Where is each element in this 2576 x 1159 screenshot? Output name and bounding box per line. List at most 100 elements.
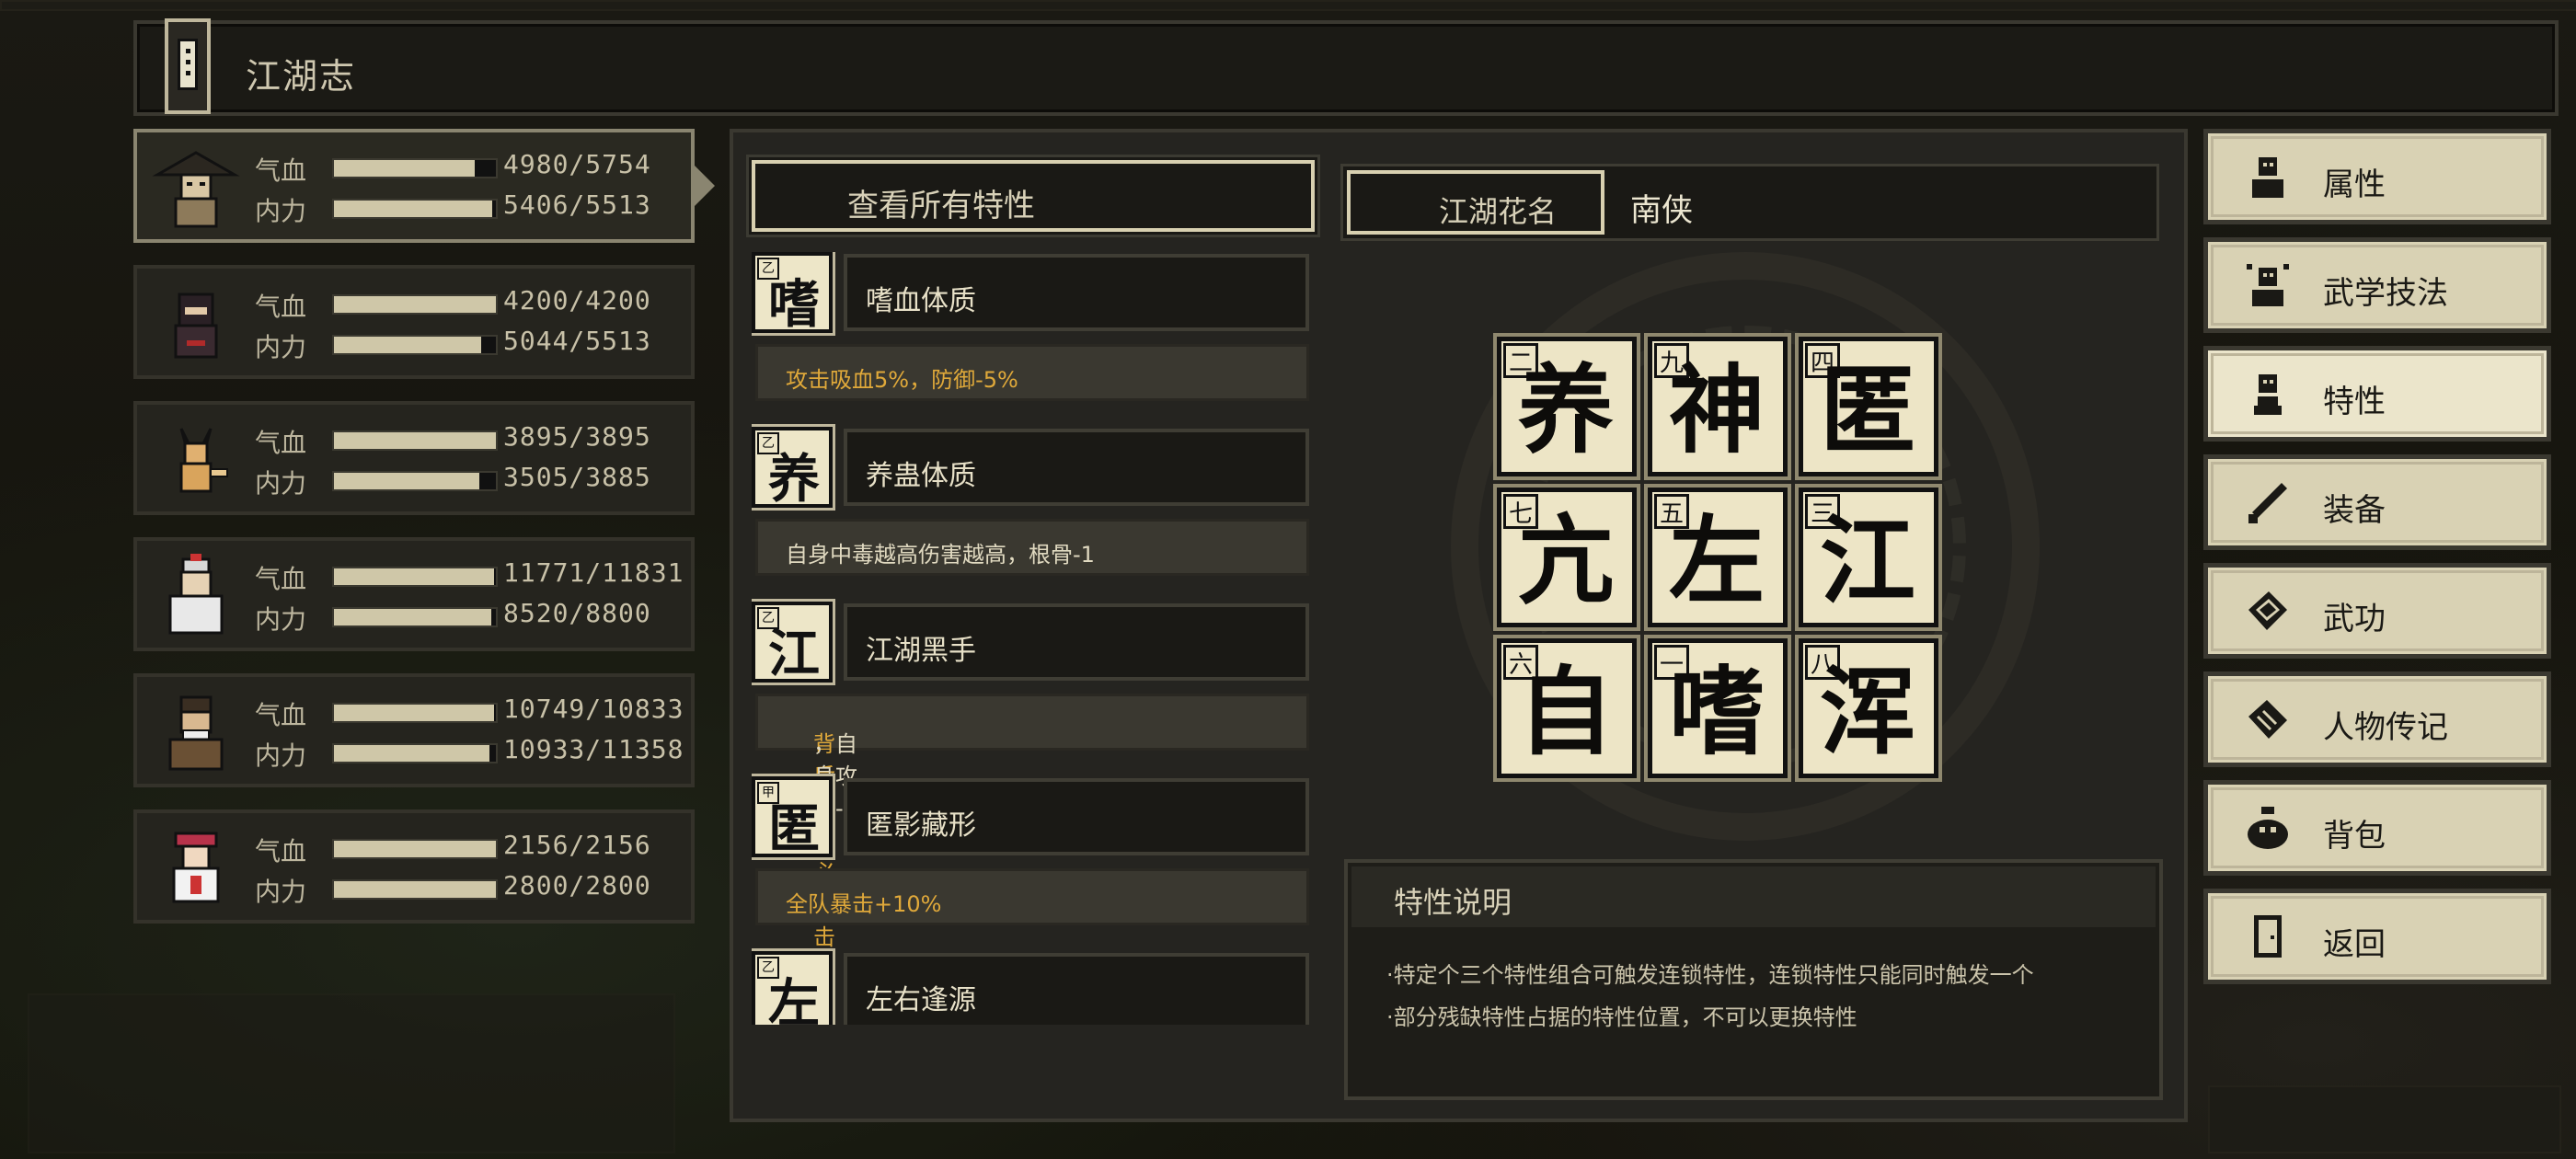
mp-bar-fill bbox=[334, 881, 496, 898]
journal-book-icon bbox=[165, 18, 211, 114]
trait-name: 养蛊体质 bbox=[866, 460, 976, 492]
menu-biography-button[interactable]: 人物传记 bbox=[2203, 671, 2551, 767]
hp-label: 气血 bbox=[255, 836, 307, 866]
menu-equipment-button[interactable]: 装备 bbox=[2203, 454, 2551, 550]
mp-label: 内力 bbox=[255, 604, 307, 635]
trait-slot[interactable]: 六自 bbox=[1493, 635, 1640, 782]
mp-bar-fill bbox=[334, 337, 482, 353]
hp-bar-fill bbox=[334, 160, 476, 177]
slot-char: 嗜 bbox=[1669, 655, 1765, 768]
character-card[interactable]: 气血 内力 3895/3895 3505/3885 bbox=[133, 401, 695, 515]
fox-avatar-icon bbox=[179, 428, 228, 493]
hp-bar bbox=[332, 430, 498, 451]
hp-label: 气血 bbox=[255, 428, 307, 458]
nickname-field[interactable]: 江湖花名 南侠 bbox=[1340, 164, 2159, 241]
trait-desc: 全队暴击+10% bbox=[786, 891, 942, 917]
trait-name: 左右逢源 bbox=[866, 984, 976, 1016]
mp-value: 3505/3885 bbox=[503, 462, 651, 492]
hp-value: 3895/3895 bbox=[503, 421, 651, 452]
trait-slot[interactable]: 五左 bbox=[1644, 484, 1791, 631]
title-bar: 江湖志 bbox=[133, 18, 2559, 116]
view-all-traits-button[interactable]: 查看所有特性 bbox=[749, 157, 1317, 235]
hp-label: 气血 bbox=[255, 700, 307, 730]
hp-label: 气血 bbox=[255, 155, 307, 186]
mp-value: 5044/5513 bbox=[503, 326, 651, 356]
trait-slot[interactable]: 二养 bbox=[1493, 333, 1640, 480]
bearded-master-avatar-icon bbox=[168, 695, 224, 771]
menu-label: 武学技法 bbox=[2323, 275, 2448, 312]
trait-slot[interactable]: 七亢 bbox=[1493, 484, 1640, 631]
trait-desc-box: 背后攻击必暴击，自身攻击-5% bbox=[755, 694, 1309, 950]
hp-value: 10749/10833 bbox=[503, 694, 684, 724]
character-card[interactable]: 气血 内力 4980/5754 5406/5513 bbox=[133, 129, 715, 243]
hp-bar-fill bbox=[334, 841, 496, 857]
slot-char: 左 bbox=[1669, 504, 1765, 617]
traits-panel: 查看所有特性 江湖花名 南侠 乙嗜 嗜血体质 攻击吸血5%，防御-5% 乙养 养… bbox=[730, 129, 2188, 1122]
slot-char: 亢 bbox=[1518, 504, 1615, 617]
menu-label: 背包 bbox=[2323, 818, 2386, 855]
mp-bar bbox=[332, 471, 498, 491]
trait-glyph: 乙江 bbox=[752, 599, 835, 685]
hp-value: 4200/4200 bbox=[503, 285, 651, 316]
wanderer-hat-avatar-icon bbox=[152, 151, 240, 228]
menu-label: 返回 bbox=[2323, 926, 2386, 963]
mp-bar-fill bbox=[334, 473, 480, 489]
trait-slot[interactable]: 九神 bbox=[1644, 333, 1791, 480]
trait-person-icon bbox=[2254, 374, 2282, 415]
slot-char: 养 bbox=[1518, 353, 1615, 466]
character-card[interactable]: 气血 内力 4200/4200 5044/5513 bbox=[133, 265, 695, 379]
trait-glyph: 乙嗜 bbox=[752, 252, 835, 336]
mp-value: 5406/5513 bbox=[503, 189, 651, 220]
slot-char: 匿 bbox=[1820, 353, 1916, 466]
trait-explanation-box: 特性说明 ·特定个三个特性组合可触发连锁特性，连锁特性只能同时触发一个 ·部分残… bbox=[1344, 859, 2163, 1100]
menu-label: 装备 bbox=[2323, 492, 2386, 529]
trait-slot[interactable]: 三江 bbox=[1795, 484, 1942, 631]
hp-value: 2156/2156 bbox=[503, 830, 651, 860]
character-card[interactable]: 气血 内力 10749/10833 10933/11358 bbox=[133, 673, 695, 787]
mp-bar bbox=[332, 335, 498, 355]
character-card[interactable]: 气血 内力 2156/2156 2800/2800 bbox=[133, 809, 695, 924]
menu-martial-skills-button[interactable]: 武学技法 bbox=[2203, 237, 2551, 333]
scroll-icon bbox=[2248, 700, 2287, 739]
menu-label: 人物传记 bbox=[2323, 709, 2448, 746]
mp-bar-fill bbox=[334, 609, 491, 625]
menu-label: 属性 bbox=[2323, 166, 2386, 203]
martial-person-icon bbox=[2247, 264, 2289, 306]
hp-bar bbox=[332, 703, 498, 723]
menu-return-button[interactable]: 返回 bbox=[2203, 889, 2551, 984]
mp-label: 内力 bbox=[255, 740, 307, 771]
trait-name: 嗜血体质 bbox=[866, 285, 976, 317]
menu-kungfu-button[interactable]: 武功 bbox=[2203, 563, 2551, 659]
mp-value: 8520/8800 bbox=[503, 598, 651, 628]
slot-char: 江 bbox=[1820, 504, 1916, 617]
trait-glyph-char: 左 bbox=[768, 973, 820, 1025]
nickname-value: 南侠 bbox=[1630, 192, 1693, 229]
trait-name-box: 匿影藏形 bbox=[844, 778, 1309, 855]
menu-traits-button[interactable]: 特性 bbox=[2203, 346, 2551, 442]
mp-bar bbox=[332, 199, 498, 219]
person-icon bbox=[2252, 157, 2283, 198]
trait-desc: 自身中毒越高伤害越高，根骨-1 bbox=[786, 542, 1095, 568]
trait-slot[interactable]: 一嗜 bbox=[1644, 635, 1791, 782]
hp-bar-fill bbox=[334, 432, 496, 449]
hp-bar-fill bbox=[334, 296, 496, 313]
mp-bar bbox=[332, 607, 498, 627]
menu-bag-button[interactable]: 背包 bbox=[2203, 780, 2551, 876]
character-card[interactable]: 气血 内力 11771/11831 8520/8800 bbox=[133, 537, 695, 651]
elder-avatar-icon bbox=[168, 554, 224, 635]
trait-glyph-char: 嗜 bbox=[768, 274, 820, 335]
explanation-title: 特性说明 bbox=[1394, 885, 1512, 920]
hp-bar bbox=[332, 567, 498, 587]
trait-slot[interactable]: 八浑 bbox=[1795, 635, 1942, 782]
trait-glyph: 乙左 bbox=[752, 948, 835, 1025]
hp-value: 4980/5754 bbox=[503, 149, 651, 179]
nickname-label: 江湖花名 bbox=[1439, 194, 1558, 229]
menu-attributes-button[interactable]: 属性 bbox=[2203, 129, 2551, 224]
slot-char: 自 bbox=[1518, 655, 1615, 768]
trait-list[interactable]: 乙嗜 嗜血体质 攻击吸血5%，防御-5% 乙养 养蛊体质 自身中毒越高伤害越高，… bbox=[752, 252, 1315, 1025]
trait-name-box: 嗜血体质 bbox=[844, 254, 1309, 331]
explanation-header: 特性说明 bbox=[1351, 866, 2156, 927]
mp-bar bbox=[332, 879, 498, 900]
trait-slot[interactable]: 四匿 bbox=[1795, 333, 1942, 480]
explanation-line: ·部分残缺特性占据的特性位置，不可以更换特性 bbox=[1386, 1004, 1857, 1030]
